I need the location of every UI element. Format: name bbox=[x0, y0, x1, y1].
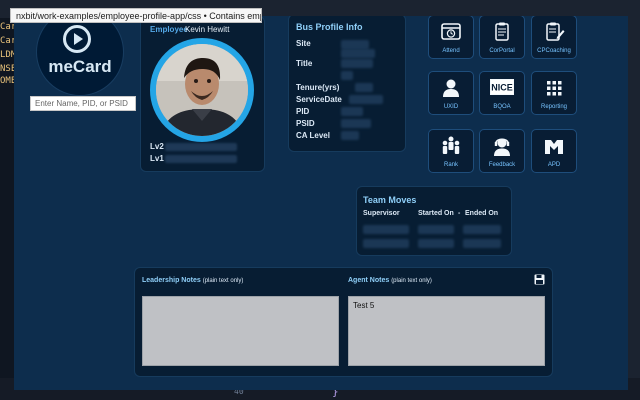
clipboard-icon bbox=[495, 22, 509, 41]
tile-rank-label: Rank bbox=[443, 162, 458, 168]
grid-icon bbox=[547, 81, 562, 96]
employee-photo bbox=[150, 38, 254, 142]
pid-value-redacted bbox=[341, 107, 363, 116]
started-on-header: Started On bbox=[418, 210, 454, 217]
team-moves-panel: Team Moves Supervisor Started On - Ended… bbox=[356, 186, 512, 256]
lv1-value-redacted bbox=[165, 155, 237, 163]
team-move-row-redacted bbox=[463, 225, 501, 234]
tile-uxid-label: UXID bbox=[443, 104, 459, 110]
nice-logo-icon: NICE bbox=[490, 79, 514, 95]
leadership-notes-subtitle: (plain text only) bbox=[202, 278, 244, 284]
title-label: Title bbox=[296, 59, 313, 68]
pid-label: PID bbox=[296, 107, 310, 116]
tile-reporting-label: Reporting bbox=[540, 104, 567, 110]
title-value-redacted bbox=[341, 71, 353, 80]
agent-notes-heading: Agent Notes (plain text only) bbox=[348, 277, 432, 284]
supervisor-header: Supervisor bbox=[363, 210, 400, 217]
agent-notes-title: Agent Notes bbox=[348, 277, 390, 284]
headset-agent-icon bbox=[494, 138, 510, 156]
ca-level-label: CA Level bbox=[296, 131, 330, 140]
tile-cpcoaching[interactable]: CPCoaching bbox=[531, 16, 577, 59]
tile-attend[interactable]: Attend bbox=[428, 16, 474, 59]
team-move-row-redacted bbox=[463, 239, 501, 248]
tile-apd[interactable]: APD bbox=[531, 129, 577, 173]
m-logo-icon bbox=[545, 140, 563, 154]
tile-reporting[interactable]: Reporting bbox=[531, 71, 577, 115]
path-tooltip: nxbit/work-examples/employee-profile-app… bbox=[10, 8, 262, 23]
site-label: Site bbox=[296, 39, 311, 48]
employee-card: Employee Kevin Hewitt Lv2 Lv1 bbox=[140, 16, 265, 172]
team-moves-title: Team Moves bbox=[363, 195, 417, 205]
psid-value-redacted bbox=[341, 119, 371, 128]
clipboard-pencil-icon bbox=[546, 22, 565, 41]
leadership-notes-heading: Leadership Notes (plain text only) bbox=[142, 277, 243, 284]
bus-profile-panel: Bus Profile Info Site Title Tenure(yrs) … bbox=[288, 16, 406, 152]
tile-uxid[interactable]: UXID bbox=[428, 71, 474, 115]
date-separator: - bbox=[458, 210, 461, 217]
tile-bqoa-label: BQOA bbox=[493, 104, 511, 110]
play-logo-icon bbox=[63, 25, 91, 53]
lv1-label: Lv1 bbox=[150, 154, 164, 163]
tile-feedback-label: Feedback bbox=[488, 162, 516, 168]
tile-apd-label: APD bbox=[547, 162, 561, 168]
service-date-value-redacted bbox=[349, 95, 383, 104]
tenure-label: Tenure(yrs) bbox=[296, 83, 340, 92]
lv2-value-redacted bbox=[165, 143, 237, 151]
svg-text:NICE: NICE bbox=[491, 83, 513, 93]
service-date-label: ServiceDate bbox=[296, 95, 342, 104]
tile-cpcoaching-label: CPCoaching bbox=[537, 48, 571, 54]
team-move-row-redacted bbox=[363, 239, 409, 248]
tenure-value-redacted bbox=[355, 83, 373, 92]
app-name: meCard bbox=[48, 57, 112, 76]
ca-level-value-redacted bbox=[341, 131, 359, 140]
agent-notes-subtitle: (plain text only) bbox=[391, 278, 432, 284]
mecard-logo[interactable]: meCard bbox=[36, 16, 124, 96]
tile-attend-label: Attend bbox=[442, 48, 460, 54]
title-value-redacted bbox=[341, 59, 373, 68]
lv2-label: Lv2 bbox=[150, 142, 164, 151]
tile-rank[interactable]: Rank bbox=[428, 129, 474, 173]
team-move-row-redacted bbox=[418, 239, 454, 248]
search-input[interactable] bbox=[30, 96, 136, 111]
agent-notes-textarea[interactable]: Test 5 bbox=[348, 296, 545, 366]
user-icon bbox=[443, 79, 459, 97]
ended-on-header: Ended On bbox=[465, 210, 499, 217]
tile-bqoa[interactable]: NICE BQOA bbox=[479, 71, 525, 115]
employee-label: Employee bbox=[150, 25, 188, 34]
leadership-notes-title: Leadership Notes bbox=[142, 277, 201, 284]
bus-profile-title: Bus Profile Info bbox=[296, 22, 363, 32]
site-value-redacted bbox=[341, 49, 375, 58]
people-group-icon bbox=[442, 136, 460, 154]
tile-corportal-label: CorPortal bbox=[489, 48, 515, 54]
team-move-row-redacted bbox=[363, 225, 409, 234]
tile-corportal[interactable]: CorPortal bbox=[479, 16, 525, 59]
leadership-notes-textarea[interactable] bbox=[142, 296, 339, 366]
clock-calendar-icon bbox=[441, 23, 461, 40]
mecard-app: meCard Employee Kevin Hewitt bbox=[14, 16, 628, 390]
psid-label: PSID bbox=[296, 119, 315, 128]
notes-panel: Leadership Notes (plain text only) Agent… bbox=[134, 267, 553, 377]
team-move-row-redacted bbox=[418, 225, 454, 234]
site-value-redacted bbox=[341, 40, 369, 49]
save-icon[interactable] bbox=[534, 274, 545, 285]
employee-name: Kevin Hewitt bbox=[185, 25, 230, 34]
tile-feedback[interactable]: Feedback bbox=[479, 129, 525, 173]
